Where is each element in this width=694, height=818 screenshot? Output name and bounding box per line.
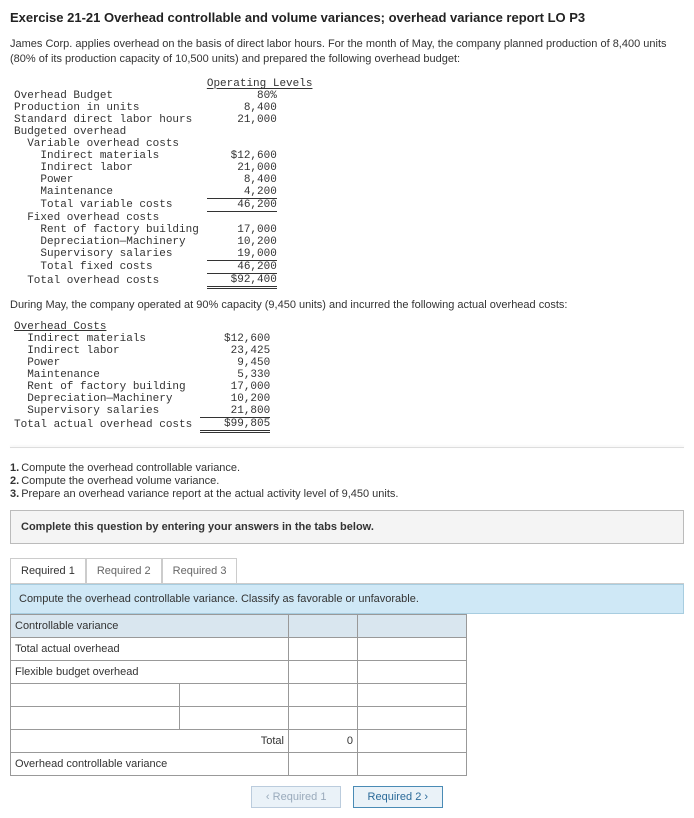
q-text: Compute the overhead controllable varian…	[21, 462, 240, 474]
row-label: Indirect labor	[10, 162, 203, 174]
input-cell[interactable]	[11, 706, 180, 729]
row-value: 23,425	[200, 345, 270, 357]
row-label: Rent of factory building	[10, 381, 196, 393]
input-cell[interactable]	[289, 706, 358, 729]
row-label: Depreciation—Machinery	[10, 236, 203, 248]
row-label: Power	[10, 174, 203, 186]
work-header: Controllable variance	[11, 614, 289, 637]
row-value: 21,000	[207, 162, 277, 174]
input-cell[interactable]	[289, 660, 358, 683]
q-num: 3.	[10, 488, 19, 500]
row-value: 10,200	[200, 393, 270, 405]
prev-button[interactable]: ‹ Required 1	[251, 786, 342, 808]
row-label: Depreciation—Machinery	[10, 393, 196, 405]
input-cell[interactable]	[180, 683, 289, 706]
work-ocv-label: Overhead controllable variance	[11, 752, 289, 775]
nav-buttons: ‹ Required 1 Required 2 ›	[10, 786, 684, 808]
row-value: 8,400	[207, 174, 277, 186]
tab-required-1[interactable]: Required 1	[10, 558, 86, 583]
input-cell[interactable]	[289, 752, 358, 775]
row-value: 21,000	[207, 114, 277, 126]
instruction-panel: Complete this question by entering your …	[10, 510, 684, 544]
row-label: Maintenance	[10, 369, 196, 381]
row-label: Overhead Budget	[10, 90, 203, 102]
row-label: Standard direct labor hours	[10, 114, 203, 126]
intro-text: James Corp. applies overhead on the basi…	[10, 37, 684, 68]
row-value: 17,000	[207, 224, 277, 236]
row-value: 80%	[207, 90, 277, 102]
row-label: Total fixed costs	[10, 261, 203, 274]
row-label: Total overhead costs	[10, 274, 203, 289]
row-label: Indirect materials	[10, 333, 196, 345]
row-label: Supervisory salaries	[10, 405, 196, 418]
row-label: Variable overhead costs	[10, 138, 203, 150]
tab-required-2[interactable]: Required 2	[86, 558, 162, 583]
question-list: 1.Compute the overhead controllable vari…	[10, 462, 684, 500]
row-value: 4,200	[207, 186, 277, 199]
tab-required-3[interactable]: Required 3	[162, 558, 238, 583]
row-label: Indirect materials	[10, 150, 203, 162]
row-value: $12,600	[200, 333, 270, 345]
row-value: $99,805	[200, 418, 270, 433]
next-button[interactable]: Required 2 ›	[353, 786, 444, 808]
row-value: 46,200	[207, 261, 277, 274]
answer-tabs: Required 1 Required 2 Required 3	[10, 558, 684, 584]
operating-levels-header: Operating Levels	[207, 78, 313, 90]
row-value: $92,400	[207, 274, 277, 289]
row-label: Total variable costs	[10, 199, 203, 212]
input-cell[interactable]	[289, 683, 358, 706]
input-cell[interactable]	[11, 683, 180, 706]
row-value: 9,450	[200, 357, 270, 369]
row-value: 17,000	[200, 381, 270, 393]
row-value: 19,000	[207, 248, 277, 261]
mid-paragraph: During May, the company operated at 90% …	[10, 299, 684, 311]
row-value: 10,200	[207, 236, 277, 248]
row-label: Production in units	[10, 102, 203, 114]
input-cell[interactable]	[358, 752, 467, 775]
controllable-variance-table: Controllable variance Total actual overh…	[10, 614, 467, 776]
actual-header: Overhead Costs	[10, 321, 196, 333]
row-value: $12,600	[207, 150, 277, 162]
row-label: Total actual overhead costs	[10, 418, 196, 433]
actual-overhead-table: Overhead Costs Indirect materials $12,600…	[10, 321, 274, 433]
tab-instruction: Compute the overhead controllable varian…	[10, 584, 684, 614]
overhead-budget-table: Operating Levels Overhead Budget 80% Prod…	[10, 78, 316, 289]
row-value: 8,400	[207, 102, 277, 114]
q-num: 1.	[10, 462, 19, 474]
row-label: Maintenance	[10, 186, 203, 199]
work-total-value: 0	[289, 729, 358, 752]
row-label: Budgeted overhead	[10, 126, 203, 138]
input-cell[interactable]	[180, 706, 289, 729]
row-label: Rent of factory building	[10, 224, 203, 236]
work-row-label: Flexible budget overhead	[11, 660, 289, 683]
q-text: Prepare an overhead variance report at t…	[21, 488, 398, 500]
row-value: 46,200	[207, 199, 277, 212]
row-label: Power	[10, 357, 196, 369]
row-value: 21,800	[200, 405, 270, 418]
q-num: 2.	[10, 475, 19, 487]
work-row-label: Total actual overhead	[11, 637, 289, 660]
exercise-title: Exercise 21-21 Overhead controllable and…	[10, 10, 684, 25]
row-label: Supervisory salaries	[10, 248, 203, 261]
input-cell[interactable]	[289, 637, 358, 660]
row-label: Indirect labor	[10, 345, 196, 357]
row-value: 5,330	[200, 369, 270, 381]
work-total-label: Total	[11, 729, 289, 752]
row-label: Fixed overhead costs	[10, 212, 203, 224]
q-text: Compute the overhead volume variance.	[21, 475, 219, 487]
